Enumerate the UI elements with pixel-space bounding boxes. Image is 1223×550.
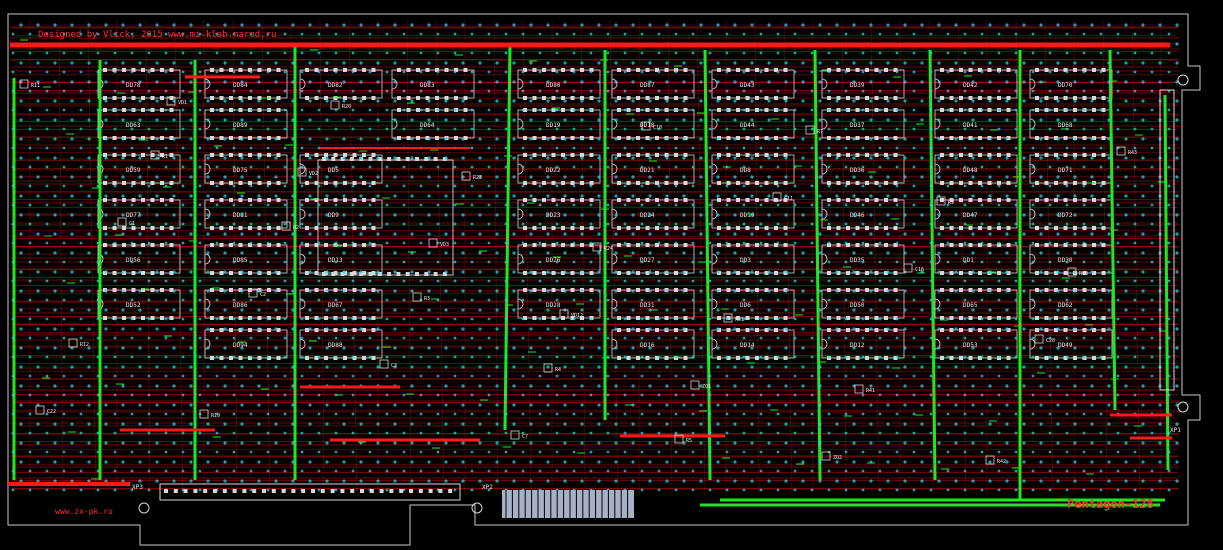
header-pin (369, 489, 374, 493)
header-pin (428, 489, 433, 493)
via-field (10, 18, 1180, 498)
passive-ref-label: R23 (473, 175, 482, 181)
passive-ref-label: R2 (293, 225, 299, 231)
footer-url: www.zx-pk.ru (55, 507, 113, 516)
header-pin (418, 489, 423, 493)
header-pin (291, 489, 296, 493)
header-pin (213, 489, 217, 493)
header-pin (281, 489, 286, 493)
header-pin (330, 489, 335, 493)
header-pin (193, 489, 198, 493)
passive-ref-label: R1 (162, 154, 168, 160)
header-pin (379, 489, 384, 493)
header-pin (438, 489, 443, 493)
passive-ref-label: C2 (260, 292, 266, 298)
header-pin (448, 489, 453, 493)
header-pin (271, 489, 276, 493)
passive-ref-label: R12 (80, 342, 89, 348)
header-pin (262, 489, 266, 493)
passive-ref-label: C1 (129, 221, 135, 227)
passive-ref-label: C22 (47, 409, 56, 415)
header-pin (340, 489, 345, 493)
passive-ref-label: R24 (604, 246, 613, 252)
header-pin (183, 489, 188, 493)
passive-ref-label: VD12 (571, 313, 583, 319)
passive-ref-label: R19 (211, 413, 220, 419)
header-pin (252, 489, 257, 493)
product-name: Pentagon-128 (1067, 497, 1154, 511)
passive-ref-label: R42 (997, 459, 1006, 465)
passive-ref-label: C20 (1046, 338, 1055, 344)
header-pin (242, 489, 247, 493)
header-pin (311, 489, 315, 493)
header-pin (301, 489, 306, 493)
passive-ref-label: ZQ1 (702, 384, 711, 390)
passive-ref-label: R3 (424, 296, 430, 302)
passive-ref-label: C11 (784, 196, 793, 202)
passive-ref-label: R4 (555, 367, 561, 373)
header-pin (399, 489, 404, 493)
passive-ref-label: VD1 (178, 100, 187, 106)
header-pin (389, 489, 394, 493)
passive-ref-label: C7 (522, 434, 528, 440)
header-pin (350, 489, 355, 493)
header-pin (232, 489, 237, 493)
edge-connector-xp2 (502, 490, 634, 518)
passive-ref-label: R5 (686, 438, 692, 444)
passive-ref-label: C16 (915, 267, 924, 273)
passive-ref-label: ZQ2 (833, 455, 842, 461)
passive-ref-label: R7 (817, 129, 823, 135)
designer-credit: Designed by Vlick, 2015 www.mi-klab.naro… (38, 30, 276, 40)
passive-ref-label: C10 (653, 125, 662, 131)
passive-ref-label: R10 (1079, 271, 1088, 277)
header-pin (360, 489, 364, 493)
header-pin (222, 489, 227, 493)
passive-ref-label: R41 (866, 388, 875, 394)
header-pin (173, 489, 178, 493)
header-pin (320, 489, 325, 493)
header-pin (409, 489, 413, 493)
header-pin (164, 489, 168, 493)
passive-ref-label: VD3 (440, 242, 449, 248)
connector-label-xp3: XP3 (132, 484, 143, 491)
passive-ref-label: VD2 (309, 171, 318, 177)
passive-ref-label: R20 (342, 104, 351, 110)
passive-ref-label: R9 (948, 200, 954, 206)
connector-label-xp1: XP1 (1170, 427, 1181, 434)
passive-ref-label: R31 (735, 317, 744, 323)
passive-ref-label: R43 (1128, 150, 1137, 156)
header-pin (203, 489, 208, 493)
pcb-layout: DD78DD84DD82DD83DD80DD87DD43DD39DD42DD70… (0, 0, 1223, 550)
connector-label-xp2: XP2 (482, 484, 493, 491)
passive-ref-label: R11 (31, 83, 40, 89)
passive-ref-label: C3 (391, 363, 397, 369)
